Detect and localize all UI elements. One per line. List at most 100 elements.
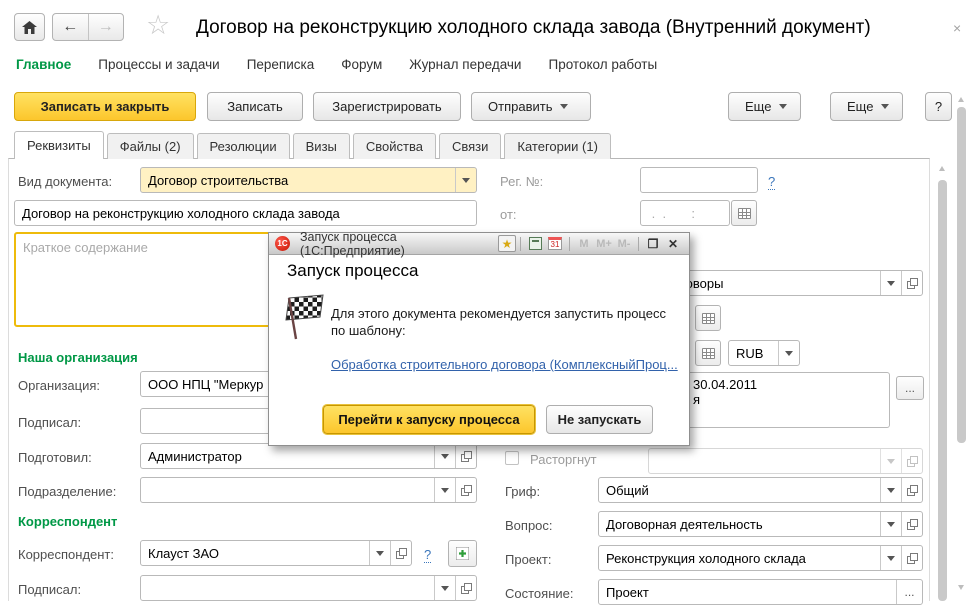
menu-item-forum[interactable]: Форум (341, 57, 382, 72)
menu-item-work-protocol[interactable]: Протокол работы (548, 57, 657, 72)
calculator-icon[interactable] (525, 235, 545, 252)
inner-scrollbar-thumb[interactable] (938, 180, 947, 601)
1c-logo-icon: 1С (275, 236, 290, 251)
menu-item-processes[interactable]: Процессы и задачи (98, 57, 219, 72)
grif-label: Гриф: (505, 484, 540, 499)
chevron-down-icon (887, 281, 895, 286)
tab-files[interactable]: Файлы (2) (107, 133, 194, 159)
home-button[interactable] (14, 13, 45, 41)
doc-kind-label: Вид документа: (18, 174, 112, 189)
help-button[interactable]: ? (925, 92, 952, 121)
memory-m-minus-button[interactable]: M- (614, 235, 634, 252)
process-template-link[interactable]: Обработка строительного договора (Компле… (331, 357, 678, 372)
chevron-down-icon (887, 522, 895, 527)
create-correspondent-button[interactable] (448, 540, 477, 567)
save-button[interactable]: Записать (207, 92, 303, 121)
question-open-button[interactable] (901, 512, 922, 536)
correspondent-dropdown-button[interactable] (369, 541, 390, 565)
open-form-icon (461, 485, 472, 496)
department-dropdown-button[interactable] (434, 478, 455, 502)
state-more-button[interactable]: ... (896, 580, 922, 604)
maximize-icon[interactable]: ❒ (643, 235, 663, 252)
chevron-down-icon (785, 351, 793, 356)
save-and-close-button[interactable]: Записать и закрыть (14, 92, 196, 121)
question-combo[interactable]: Договорная деятельность (598, 511, 923, 537)
tab-requisites[interactable]: Реквизиты (14, 131, 104, 159)
cancelled-dropdown-button (880, 449, 901, 473)
dialog-close-icon[interactable]: ✕ (663, 235, 683, 252)
grif-combo[interactable]: Общий (598, 477, 923, 503)
scroll-up-icon[interactable] (958, 97, 964, 102)
memory-m-plus-button[interactable]: M+ (594, 235, 614, 252)
question-label: Вопрос: (505, 518, 553, 533)
window-scrollbar[interactable] (956, 95, 967, 601)
from-date-label: от: (500, 207, 517, 222)
open-form-icon (461, 451, 472, 462)
department-open-button[interactable] (455, 478, 476, 502)
back-button[interactable]: ← (53, 14, 89, 40)
project-dropdown-button[interactable] (880, 546, 901, 570)
go-to-process-launch-button[interactable]: Перейти к запуску процесса (323, 405, 535, 434)
folder-open-button[interactable] (901, 271, 922, 295)
grif-open-button[interactable] (901, 478, 922, 502)
more-right-button[interactable]: Еще (830, 92, 903, 121)
tab-visas[interactable]: Визы (293, 133, 350, 159)
scroll-up-icon[interactable] (939, 166, 945, 171)
correspondent-open-button[interactable] (390, 541, 411, 565)
dialog-titlebar[interactable]: 1С Запуск процесса (1С:Предприятие) ★ 31… (269, 233, 689, 255)
currency-dropdown-button[interactable] (778, 341, 799, 365)
scroll-down-icon[interactable] (958, 585, 964, 590)
favorites-icon[interactable]: ★ (498, 235, 516, 252)
register-button[interactable]: Зарегистрировать (313, 92, 461, 121)
close-window-icon[interactable]: × (953, 20, 961, 36)
correspondent-help-link[interactable]: ? (424, 547, 431, 563)
state-field[interactable]: Проект ... (598, 579, 923, 605)
corr-signed-open-button[interactable] (455, 576, 476, 600)
do-not-launch-button[interactable]: Не запускать (546, 405, 653, 434)
calculator-button[interactable] (695, 340, 721, 366)
from-date-input[interactable] (640, 200, 730, 226)
send-button[interactable]: Отправить (471, 92, 591, 121)
doc-name-input[interactable] (14, 200, 477, 226)
favorite-star-icon[interactable]: ☆ (146, 12, 170, 39)
memory-m-button[interactable]: M (574, 235, 594, 252)
menu-item-main[interactable]: Главное (16, 57, 71, 72)
prepared-by-open-button[interactable] (455, 444, 476, 468)
tab-properties[interactable]: Свойства (353, 133, 436, 159)
from-date-calendar-button[interactable] (731, 200, 757, 226)
calendar-icon[interactable]: 31 (545, 235, 565, 252)
corr-signed-by-combo[interactable] (140, 575, 477, 601)
chevron-down-icon (887, 488, 895, 493)
grif-dropdown-button[interactable] (880, 478, 901, 502)
question-dropdown-button[interactable] (880, 512, 901, 536)
menu-item-transfer-log[interactable]: Журнал передачи (409, 57, 521, 72)
correspondent-combo[interactable]: Клауст ЗАО (140, 540, 412, 566)
cancelled-checkbox[interactable] (505, 451, 519, 465)
doc-kind-combo[interactable]: Договор строительства (140, 167, 477, 193)
validity-more-button[interactable]: ... (896, 376, 924, 400)
project-combo[interactable]: Реконструкция холодного склада (598, 545, 923, 571)
prepared-by-dropdown-button[interactable] (434, 444, 455, 468)
reg-number-help-link[interactable]: ? (768, 174, 775, 190)
doc-kind-dropdown-button[interactable] (455, 168, 476, 192)
tab-resolutions[interactable]: Резолюции (197, 133, 290, 159)
chevron-down-icon (441, 586, 449, 591)
corr-signed-dropdown-button[interactable] (434, 576, 455, 600)
menu-item-correspondence[interactable]: Переписка (247, 57, 315, 72)
currency-combo[interactable]: RUB (728, 340, 800, 366)
folder-dropdown-button[interactable] (880, 271, 901, 295)
department-combo[interactable] (140, 477, 477, 503)
inner-scrollbar[interactable] (937, 160, 948, 601)
reg-number-input[interactable] (640, 167, 758, 193)
forward-button[interactable]: → (89, 14, 124, 40)
more-left-button[interactable]: Еще (728, 92, 801, 121)
project-open-button[interactable] (901, 546, 922, 570)
prepared-by-combo[interactable]: Администратор (140, 443, 477, 469)
tab-links[interactable]: Связи (439, 133, 501, 159)
section-menu: Главное Процессы и задачи Переписка Фору… (16, 57, 657, 72)
window-scrollbar-thumb[interactable] (957, 107, 966, 443)
state-label: Состояние: (505, 586, 573, 601)
date-picker-button[interactable] (695, 305, 721, 331)
tab-categories[interactable]: Категории (1) (504, 133, 611, 159)
chevron-down-icon (441, 454, 449, 459)
